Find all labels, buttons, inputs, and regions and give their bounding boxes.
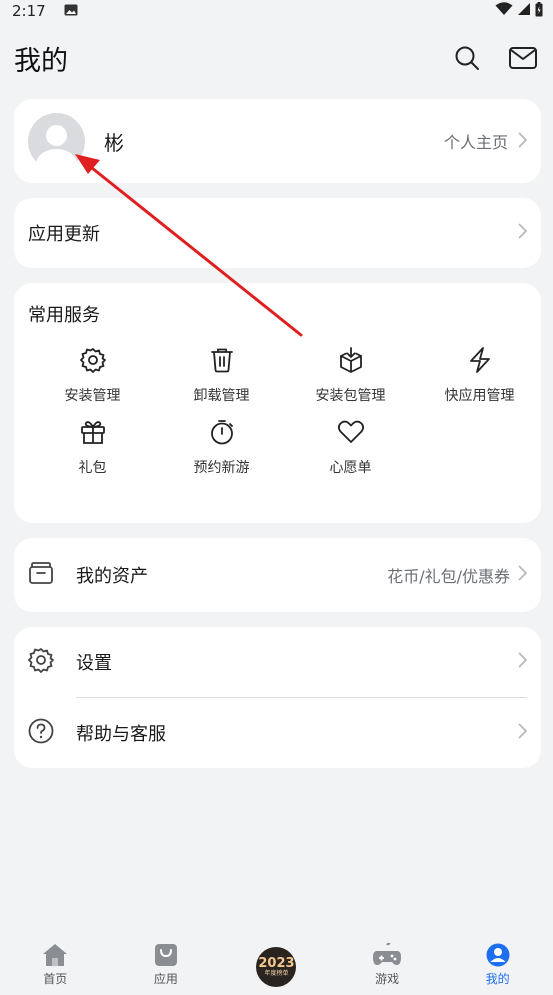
wallet-icon <box>28 561 54 589</box>
service-label: 安装包管理 <box>315 388 386 404</box>
service-wishlist[interactable]: 心愿单 <box>286 417 415 477</box>
chevron-right-icon <box>518 129 528 153</box>
chevron-right-icon <box>518 723 528 743</box>
tab-apps[interactable]: 应用 <box>126 943 206 987</box>
service-uninstall-manager[interactable]: 卸载管理 <box>157 345 286 405</box>
timer-icon <box>207 417 237 447</box>
settings-card: 设置 帮助与客服 <box>14 627 541 768</box>
service-quick-app-manager[interactable]: 快应用管理 <box>415 345 544 405</box>
my-assets-row[interactable]: 我的资产 花币/礼包/优惠券 <box>14 538 541 612</box>
service-label: 安装管理 <box>64 388 121 404</box>
my-assets-sub: 花币/礼包/优惠券 <box>387 567 510 586</box>
badge-subtitle: 年度榜单 <box>264 969 289 977</box>
profile-icon <box>486 943 510 967</box>
tab-label: 应用 <box>153 972 178 986</box>
homepage-link[interactable]: 个人主页 <box>443 129 528 153</box>
settings-row[interactable]: 设置 <box>28 627 528 697</box>
help-label: 帮助与客服 <box>76 724 166 745</box>
service-label: 心愿单 <box>329 460 372 476</box>
tab-games[interactable]: 游戏 <box>347 943 427 987</box>
battery-icon <box>535 1 543 21</box>
chevron-right-icon <box>518 652 528 672</box>
package-icon <box>336 345 366 375</box>
homepage-label: 个人主页 <box>443 133 508 152</box>
year-badge-icon: 2023 年度榜单 <box>256 947 297 987</box>
home-icon <box>43 944 68 966</box>
tab-label: 游戏 <box>375 972 400 986</box>
search-button[interactable] <box>451 42 483 74</box>
signal-icon <box>517 2 531 20</box>
badge-year: 2023 <box>258 955 295 971</box>
my-assets-label: 我的资产 <box>76 566 148 587</box>
gear-icon <box>28 647 54 677</box>
bottom-tab-bar: 首页 应用 2023 年度榜单 游戏 我的 <box>0 935 553 995</box>
wifi-icon <box>495 2 513 20</box>
image-notification-icon <box>64 2 78 20</box>
settings-label: 设置 <box>76 653 112 674</box>
gamepad-icon <box>373 943 402 965</box>
messages-button[interactable] <box>507 42 539 74</box>
gear-icon <box>78 345 108 375</box>
search-icon <box>455 46 479 70</box>
mail-icon <box>509 47 537 69</box>
username: 彬 <box>104 130 124 155</box>
service-gift-pack[interactable]: 礼包 <box>28 417 157 477</box>
tab-year-ranking[interactable]: 2023 年度榜单 <box>236 943 316 987</box>
trash-icon <box>207 345 237 375</box>
status-time: 2:17 <box>12 2 46 20</box>
service-package-manager[interactable]: 安装包管理 <box>286 345 415 405</box>
status-bar: 2:17 <box>0 0 553 22</box>
profile-card[interactable]: 彬 个人主页 <box>14 99 541 183</box>
lightning-icon <box>465 345 495 375</box>
services-title: 常用服务 <box>28 305 100 326</box>
service-label: 礼包 <box>78 460 107 476</box>
app-update-label: 应用更新 <box>28 224 100 245</box>
tab-mine[interactable]: 我的 <box>458 943 538 987</box>
service-install-manager[interactable]: 安装管理 <box>28 345 157 405</box>
gift-icon <box>78 417 108 447</box>
service-label: 快应用管理 <box>444 388 515 404</box>
bag-icon <box>154 944 177 966</box>
services-card: 常用服务 安装管理 卸载管理 安装包管理 快应用管理 礼包 预约新游 心愿单 <box>14 283 541 523</box>
page-header: 我的 <box>0 36 553 80</box>
help-row[interactable]: 帮助与客服 <box>28 698 528 768</box>
tab-label: 我的 <box>485 972 510 986</box>
heart-icon <box>336 417 366 447</box>
help-icon <box>28 718 54 748</box>
tab-home[interactable]: 首页 <box>15 943 95 987</box>
page-title: 我的 <box>14 45 68 77</box>
chevron-right-icon <box>518 565 528 585</box>
tab-label: 首页 <box>43 972 68 986</box>
avatar[interactable] <box>28 112 85 170</box>
chevron-right-icon <box>518 223 528 243</box>
service-label: 预约新游 <box>193 460 250 476</box>
service-reserve-games[interactable]: 预约新游 <box>157 417 286 477</box>
service-label: 卸载管理 <box>193 388 250 404</box>
app-update-row[interactable]: 应用更新 <box>14 198 541 268</box>
